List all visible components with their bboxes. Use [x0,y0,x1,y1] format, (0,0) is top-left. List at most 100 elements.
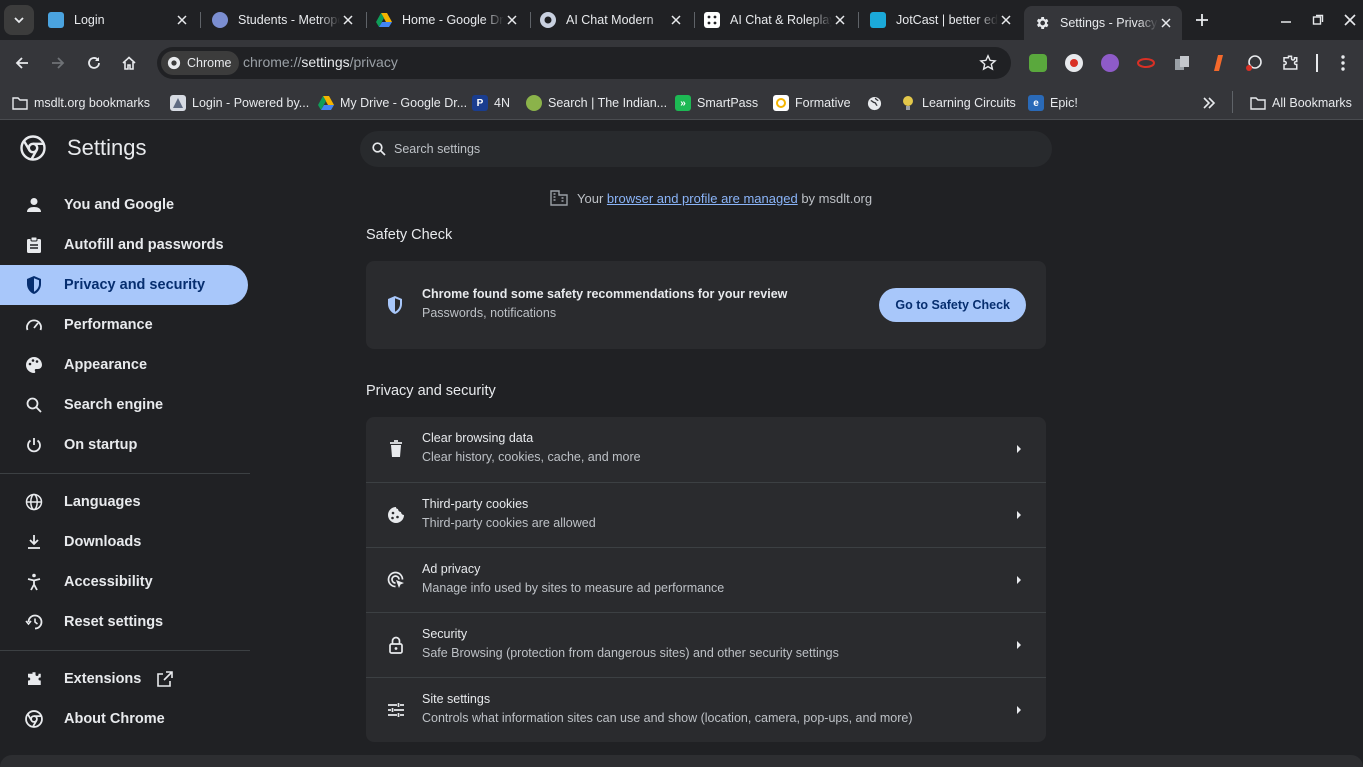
indian-favicon-icon [526,95,542,111]
sidebar-item-privacy[interactable]: Privacy and security [0,265,248,305]
tab-settings[interactable]: Settings - Privacy and security [1024,6,1182,40]
tab-search-button[interactable] [4,5,34,35]
restore-button[interactable] [1306,8,1330,32]
reload-button[interactable] [80,49,108,77]
smartpass-icon: » [675,95,691,111]
close-icon[interactable] [1158,15,1174,31]
third-party-cookies-row[interactable]: Third-party cookies Third-party cookies … [366,482,1046,547]
bookmark-label: 4N [494,96,510,110]
extension-red-wave-icon[interactable] [1137,54,1155,72]
tab-jotcast[interactable]: JotCast | better education [860,5,1022,35]
row-title: Security [422,627,468,641]
bookmark-epic[interactable]: e Epic! [1028,93,1078,113]
extension-orange-icon[interactable] [1209,54,1227,72]
bookmark-login[interactable]: Login - Powered by... [170,93,309,113]
clear-browsing-data-row[interactable]: Clear browsing data Clear history, cooki… [366,417,1046,482]
privacy-card: Clear browsing data Clear history, cooki… [366,417,1046,742]
kebab-menu-icon[interactable] [1334,54,1352,72]
bookmark-formative[interactable]: Formative [773,93,851,113]
bookmarks-overflow-button[interactable] [1202,93,1216,113]
chip-label: Chrome [187,56,232,70]
go-to-safety-check-button[interactable]: Go to Safety Check [879,288,1026,322]
extension-green-icon[interactable] [1029,54,1047,72]
system-shelf [0,755,1363,767]
url-path: /privacy [349,54,398,70]
tab-title: Students - Metropolitan [238,13,340,27]
sidebar-item-label: Autofill and passwords [64,237,224,253]
puzzle-icon[interactable] [1281,54,1299,72]
jotcast-favicon-icon [870,12,886,28]
extension-purple-icon[interactable] [1101,54,1119,72]
trash-icon [386,439,406,459]
bookmark-smartpass[interactable]: » SmartPass [675,93,758,113]
puzzle-icon [24,669,44,689]
students-favicon-icon [212,12,228,28]
bookmark-my-drive[interactable]: My Drive - Google Dr... [318,93,467,113]
toolbar: Chrome chrome://settings/privacy [0,40,1363,86]
close-icon[interactable] [668,12,684,28]
sidebar-item-appearance[interactable]: Appearance [0,345,248,385]
extension-red-circle-icon[interactable] [1065,54,1083,72]
sidebar-item-search-engine[interactable]: Search engine [0,385,248,425]
close-icon [1344,14,1356,26]
security-row[interactable]: Security Safe Browsing (protection from … [366,612,1046,677]
star-icon[interactable] [979,54,997,72]
close-icon[interactable] [340,12,356,28]
safety-check-title: Chrome found some safety recommendations… [422,287,788,301]
page-title: Settings [67,135,147,160]
sidebar-item-downloads[interactable]: Downloads [0,522,248,562]
tab-students[interactable]: Students - Metropolitan [202,5,364,35]
sidebar-item-reset[interactable]: Reset settings [0,602,248,642]
forward-button[interactable] [44,49,72,77]
bookmarks-bar: msdlt.org bookmarks Login - Powered by..… [0,86,1363,120]
sidebar-item-label: Reset settings [64,614,164,630]
sidebar-item-extensions[interactable]: Extensions [0,659,248,699]
sidebar-item-you-and-google[interactable]: You and Google [0,185,248,225]
reload-icon [88,57,100,69]
row-subtitle: Third-party cookies are allowed [422,516,596,530]
sidebar-item-performance[interactable]: Performance [0,305,248,345]
building-icon [550,190,568,206]
bookmark-label: Learning Circuits [922,96,1016,110]
sidebar-item-about-chrome[interactable]: About Chrome [0,699,248,739]
site-settings-row[interactable]: Site settings Controls what information … [366,677,1046,742]
close-window-button[interactable] [1338,8,1362,32]
minimize-button[interactable] [1274,8,1298,32]
bookmark-4n[interactable]: P 4N [472,93,510,113]
all-bookmarks-button[interactable]: All Bookmarks [1250,93,1352,113]
sidebar-item-accessibility[interactable]: Accessibility [0,562,248,602]
tab-login[interactable]: Login [38,5,198,35]
address-bar[interactable]: Chrome chrome://settings/privacy [157,47,1011,79]
bookmark-indian[interactable]: Search | The Indian... [526,93,667,113]
close-icon[interactable] [832,12,848,28]
url-host: settings [301,54,350,70]
url-text[interactable]: chrome://settings/privacy [243,54,398,70]
sidebar-item-on-startup[interactable]: On startup [0,425,248,465]
close-icon[interactable] [504,12,520,28]
sidebar-item-autofill[interactable]: Autofill and passwords [0,225,248,265]
extension-gray-pages-icon[interactable] [1173,54,1191,72]
close-icon[interactable] [998,12,1014,28]
tab-google-drive[interactable]: Home - Google Drive [366,5,528,35]
tab-ai-chat-modern[interactable]: AI Chat Modern [530,5,692,35]
arrow-right-icon [1016,575,1022,585]
back-button[interactable] [8,49,36,77]
search-input[interactable] [394,142,994,156]
managed-link[interactable]: browser and profile are managed [607,191,798,206]
site-info-chip[interactable]: Chrome [161,51,240,75]
new-tab-button[interactable] [1190,8,1214,32]
bookmark-learning-circuits[interactable]: Learning Circuits [900,93,1016,113]
settings-header: Settings [20,135,147,161]
bookmark-folder-msdlt[interactable]: msdlt.org bookmarks [12,93,150,113]
bookmark-label: Epic! [1050,96,1078,110]
chat-bubble-icon [540,12,556,28]
ad-privacy-row[interactable]: Ad privacy Manage info used by sites to … [366,547,1046,612]
bookmark-globe[interactable] [866,93,888,113]
bookmark-label: SmartPass [697,96,759,110]
close-icon[interactable] [174,12,190,28]
search-settings-box[interactable] [360,131,1052,167]
extension-speech-icon[interactable] [1245,54,1263,72]
tab-ai-chat-roleplay[interactable]: AI Chat & Roleplay [694,5,856,35]
sidebar-item-languages[interactable]: Languages [0,482,248,522]
home-button[interactable] [115,49,143,77]
